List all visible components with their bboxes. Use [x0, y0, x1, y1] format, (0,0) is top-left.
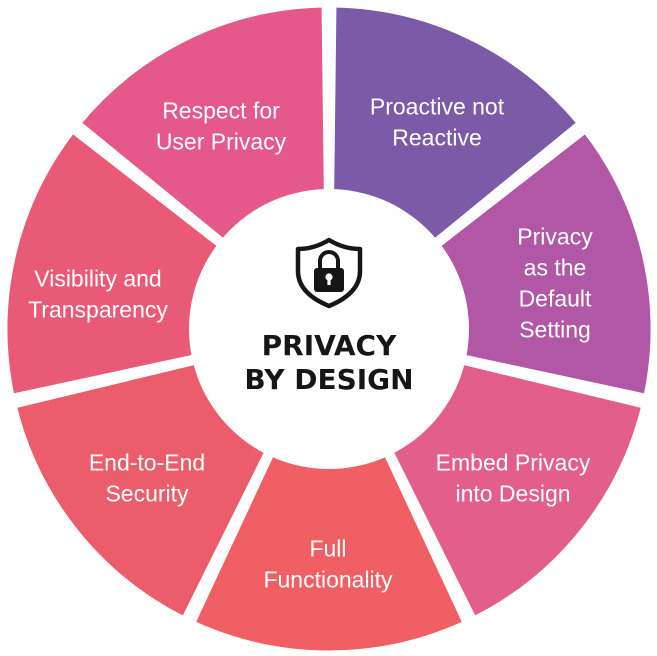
segment-label-line: Privacy [517, 224, 593, 250]
segment-label-line: Reactive [392, 125, 481, 151]
segment-label-line: Proactive not [370, 94, 505, 120]
segment-label-line: Full [309, 536, 346, 562]
segment-label-line: End-to-End [89, 450, 205, 476]
segment-label-line: Transparency [28, 297, 168, 323]
segment-label-line: as the [524, 255, 587, 281]
segment-label-line: Setting [519, 317, 591, 343]
segment-label-line: Respect for [162, 98, 280, 124]
segment-label-line: Embed Privacy [436, 450, 591, 476]
segment-label-line: Functionality [263, 567, 393, 593]
segment-label-line: Visibility and [34, 266, 161, 292]
segment-label-line: User Privacy [156, 129, 287, 155]
privacy-by-design-wheel: Proactive not Reactive Privacy as the Defaul… [0, 0, 657, 656]
segment-label-line: Security [105, 481, 189, 507]
center-title-line1: PRIVACY [262, 329, 397, 362]
center-title-line2: BY DESIGN [244, 363, 413, 396]
segment-label-line: Default [519, 286, 592, 312]
segment-label-line: into Design [455, 481, 570, 507]
